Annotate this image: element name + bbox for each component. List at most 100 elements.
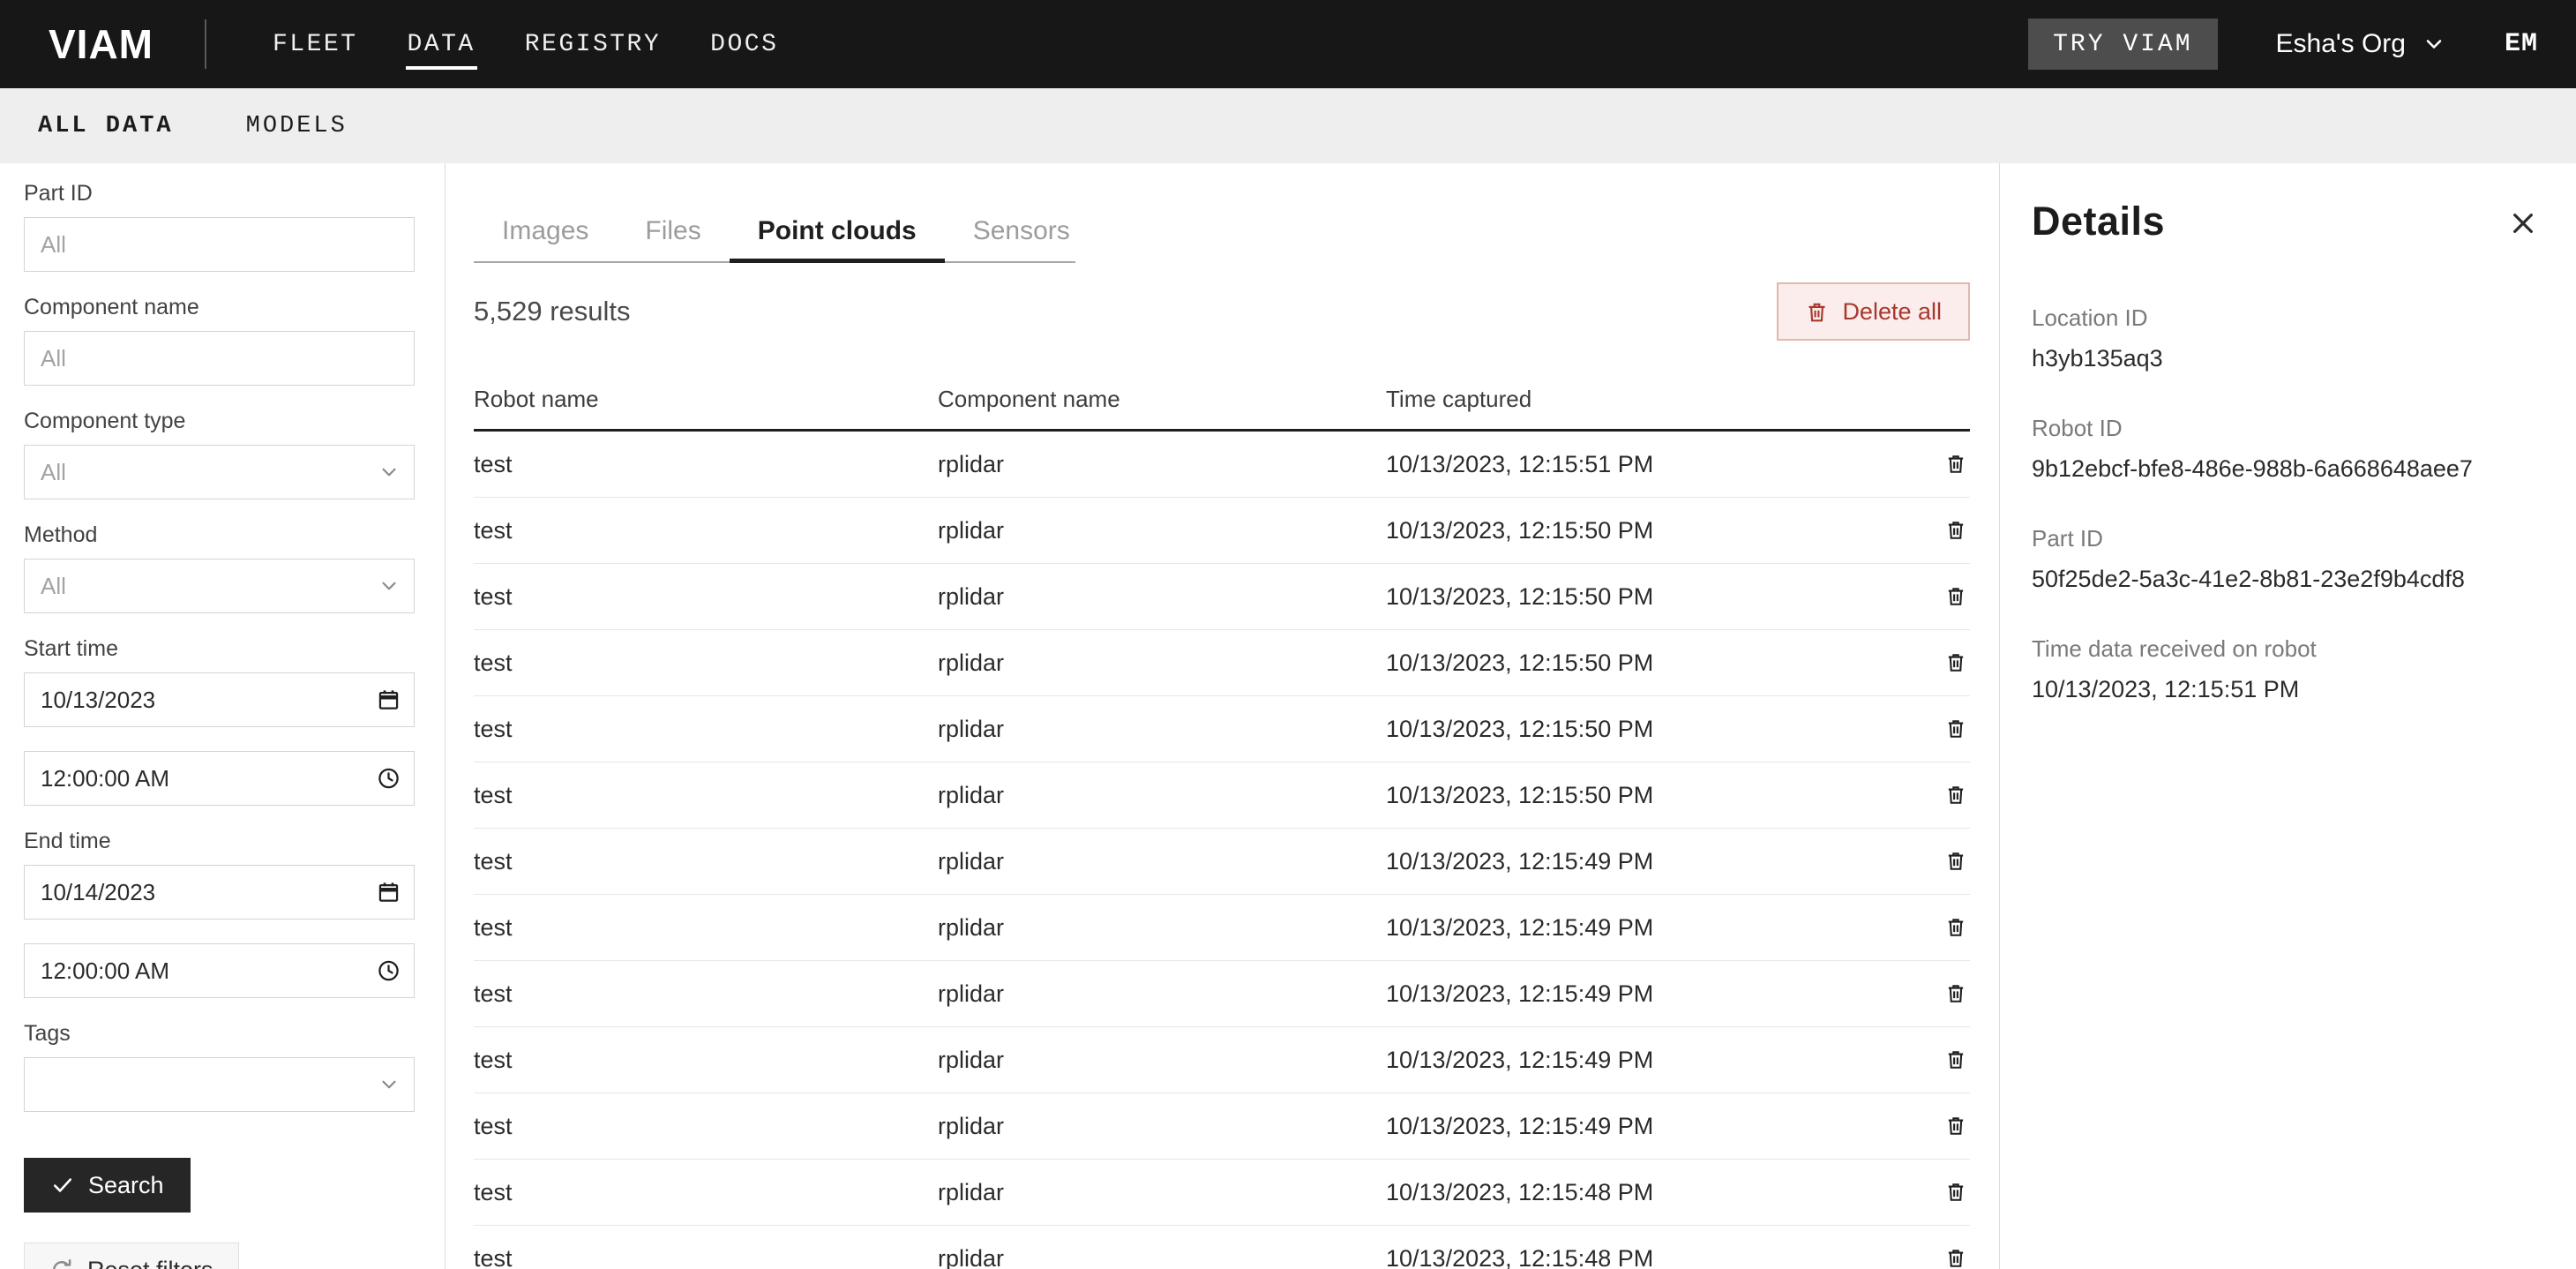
cell-time-captured: 10/13/2023, 12:15:49 PM: [1386, 848, 1921, 875]
cell-time-captured: 10/13/2023, 12:15:49 PM: [1386, 1113, 1921, 1140]
tags-select[interactable]: [24, 1057, 415, 1112]
cell-component-name: rplidar: [938, 1047, 1386, 1074]
cell-robot-name: test: [474, 848, 938, 875]
table-row[interactable]: test rplidar 10/13/2023, 12:15:50 PM: [474, 762, 1970, 829]
details-field-location-id: Location ID h3yb135aq3: [2032, 304, 2532, 372]
cell-time-captured: 10/13/2023, 12:15:49 PM: [1386, 980, 1921, 1008]
nav-item-fleet[interactable]: FLEET: [271, 19, 360, 70]
table-row[interactable]: test rplidar 10/13/2023, 12:15:49 PM: [474, 1027, 1970, 1093]
try-viam-button[interactable]: TRY VIAM: [2028, 19, 2217, 70]
delete-all-button[interactable]: Delete all: [1777, 282, 1970, 341]
nav-item-data[interactable]: DATA: [406, 19, 477, 70]
details-field-label: Part ID: [2032, 525, 2532, 552]
delete-row-button[interactable]: [1942, 450, 1970, 478]
table-row[interactable]: test rplidar 10/13/2023, 12:15:49 PM: [474, 961, 1970, 1027]
delete-row-button[interactable]: [1942, 781, 1970, 809]
cell-time-captured: 10/13/2023, 12:15:49 PM: [1386, 1047, 1921, 1074]
details-field-value: h3yb135aq3: [2032, 345, 2532, 372]
details-field-time-data-received-on-robot: Time data received on robot 10/13/2023, …: [2032, 635, 2532, 703]
start-clock-input[interactable]: [24, 751, 415, 806]
filter-method: Method All: [24, 522, 415, 613]
component-type-select[interactable]: All: [24, 445, 415, 499]
start-date-input[interactable]: [24, 672, 415, 727]
trash-icon: [1943, 650, 1968, 675]
cell-robot-name: test: [474, 716, 938, 743]
cell-robot-name: test: [474, 517, 938, 544]
delete-row-button[interactable]: [1942, 649, 1970, 677]
search-button[interactable]: Search: [24, 1158, 191, 1213]
filter-part-id: Part ID: [24, 181, 415, 272]
cell-time-captured: 10/13/2023, 12:15:50 PM: [1386, 782, 1921, 809]
tab-files[interactable]: Files: [617, 203, 729, 263]
tab-point-clouds[interactable]: Point clouds: [730, 203, 945, 263]
table-row[interactable]: test rplidar 10/13/2023, 12:15:49 PM: [474, 895, 1970, 961]
delete-row-button[interactable]: [1942, 582, 1970, 611]
cell-component-name: rplidar: [938, 1179, 1386, 1206]
page-body: Part ID Component name Component type Al…: [0, 163, 2576, 1269]
delete-row-button[interactable]: [1942, 1112, 1970, 1140]
cell-robot-name: test: [474, 650, 938, 677]
trash-icon: [1943, 981, 1968, 1006]
refresh-icon: [49, 1258, 74, 1269]
trash-icon: [1943, 1047, 1968, 1072]
component-name-input[interactable]: [24, 331, 415, 386]
user-avatar-initials[interactable]: EM: [2505, 29, 2538, 59]
method-select[interactable]: All: [24, 559, 415, 613]
table-row[interactable]: test rplidar 10/13/2023, 12:15:50 PM: [474, 498, 1970, 564]
part-id-input[interactable]: [24, 217, 415, 272]
delete-row-button[interactable]: [1942, 516, 1970, 544]
cell-component-name: rplidar: [938, 980, 1386, 1008]
nav-item-registry[interactable]: REGISTRY: [523, 19, 663, 70]
cell-robot-name: test: [474, 1047, 938, 1074]
cell-robot-name: test: [474, 1245, 938, 1269]
org-switcher[interactable]: Esha's Org: [2276, 29, 2446, 59]
table-row[interactable]: test rplidar 10/13/2023, 12:15:49 PM: [474, 829, 1970, 895]
reset-filters-button[interactable]: Reset filters: [24, 1243, 239, 1269]
end-date-input[interactable]: [24, 865, 415, 920]
table-row[interactable]: test rplidar 10/13/2023, 12:15:49 PM: [474, 1093, 1970, 1160]
details-field-value: 50f25de2-5a3c-41e2-8b81-23e2f9b4cdf8: [2032, 566, 2532, 593]
subnav-item-all-data[interactable]: ALL DATA: [38, 113, 174, 139]
delete-row-button[interactable]: [1942, 1046, 1970, 1074]
end-time-label: End time: [24, 829, 415, 854]
filter-sidebar: Part ID Component name Component type Al…: [0, 163, 446, 1269]
nav-item-docs[interactable]: DOCS: [708, 19, 780, 70]
delete-row-button[interactable]: [1942, 913, 1970, 942]
cell-component-name: rplidar: [938, 517, 1386, 544]
table-row[interactable]: test rplidar 10/13/2023, 12:15:50 PM: [474, 630, 1970, 696]
filter-end-time: End time: [24, 829, 415, 998]
table-row[interactable]: test rplidar 10/13/2023, 12:15:50 PM: [474, 696, 1970, 762]
viam-logo[interactable]: VIAM: [49, 20, 154, 68]
end-clock-input[interactable]: [24, 943, 415, 998]
cell-robot-name: test: [474, 980, 938, 1008]
cell-time-captured: 10/13/2023, 12:15:51 PM: [1386, 451, 1921, 478]
details-field-label: Time data received on robot: [2032, 635, 2532, 663]
details-field-robot-id: Robot ID 9b12ebcf-bfe8-486e-988b-6a66864…: [2032, 415, 2532, 483]
cell-component-name: rplidar: [938, 914, 1386, 942]
delete-row-button[interactable]: [1942, 980, 1970, 1008]
cell-component-name: rplidar: [938, 1113, 1386, 1140]
subnav-item-models[interactable]: MODELS: [246, 113, 348, 139]
cell-component-name: rplidar: [938, 650, 1386, 677]
delete-row-button[interactable]: [1942, 715, 1970, 743]
delete-row-button[interactable]: [1942, 1244, 1970, 1269]
filter-start-time: Start time: [24, 636, 415, 806]
column-robot-name: Robot name: [474, 386, 938, 413]
tab-sensors[interactable]: Sensors: [945, 203, 1098, 263]
table-body: test rplidar 10/13/2023, 12:15:51 PM tes…: [474, 432, 1970, 1269]
table-row[interactable]: test rplidar 10/13/2023, 12:15:50 PM: [474, 564, 1970, 630]
trash-icon: [1943, 849, 1968, 874]
table-row[interactable]: test rplidar 10/13/2023, 12:15:48 PM: [474, 1160, 1970, 1226]
filter-component-name: Component name: [24, 295, 415, 386]
cell-component-name: rplidar: [938, 451, 1386, 478]
trash-icon: [1943, 1246, 1968, 1269]
table-row[interactable]: test rplidar 10/13/2023, 12:15:51 PM: [474, 432, 1970, 498]
delete-row-button[interactable]: [1942, 1178, 1970, 1206]
close-details-button[interactable]: [2509, 209, 2537, 237]
table-row[interactable]: test rplidar 10/13/2023, 12:15:48 PM: [474, 1226, 1970, 1269]
trash-icon: [1943, 1180, 1968, 1205]
delete-row-button[interactable]: [1942, 847, 1970, 875]
cell-robot-name: test: [474, 583, 938, 611]
close-icon: [2509, 209, 2537, 237]
tab-images[interactable]: Images: [474, 203, 617, 263]
